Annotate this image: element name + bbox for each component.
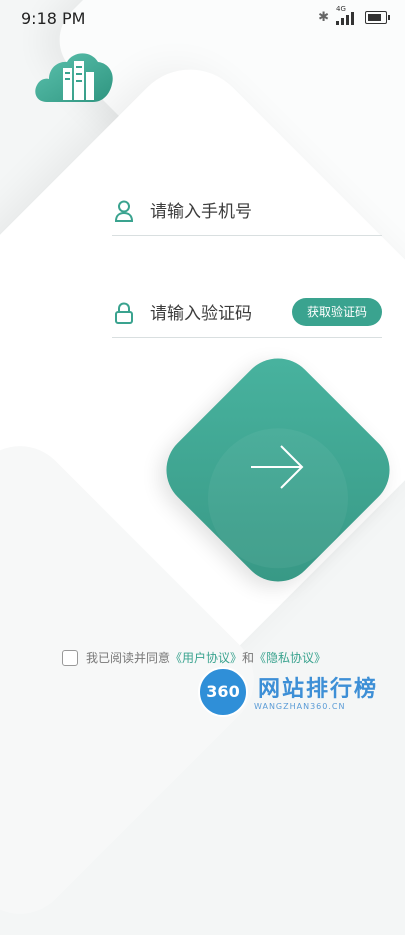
user-icon (114, 200, 134, 222)
user-agreement-link[interactable]: 《用户协议》 (170, 649, 242, 666)
battery-icon (365, 11, 390, 24)
code-input[interactable] (150, 301, 290, 327)
get-code-button[interactable]: 获取验证码 (292, 298, 382, 326)
agreement-connector: 和 (242, 651, 255, 665)
code-field: 获取验证码 (112, 295, 382, 338)
agreement-text: 我已阅读并同意 (86, 651, 171, 665)
watermark-badge: 360 (198, 667, 248, 717)
agreement-row: 我已阅读并同意 《用户协议》 和 《隐私协议》 (62, 649, 326, 666)
lock-icon (115, 302, 133, 324)
cloud-building-logo-icon (35, 53, 113, 102)
status-bar: 9:18 PM ✱ 4G (0, 0, 405, 34)
status-time: 9:18 PM (21, 9, 86, 28)
network-type-label: 4G (336, 4, 346, 13)
phone-field (112, 193, 382, 236)
phone-input[interactable] (150, 199, 350, 225)
watermark-title: 网站排行榜 (258, 677, 379, 702)
bluetooth-icon: ✱ (318, 10, 329, 25)
watermark-subtitle: WANGZHAN360.CN (254, 702, 346, 711)
signal-icon: 4G (336, 5, 358, 25)
agreement-checkbox[interactable] (62, 649, 78, 666)
privacy-policy-link[interactable]: 《隐私协议》 (254, 649, 326, 666)
status-icons: ✱ 4G (318, 5, 390, 25)
watermark: 360 网站排行榜 WANGZHAN360.CN (196, 665, 405, 719)
